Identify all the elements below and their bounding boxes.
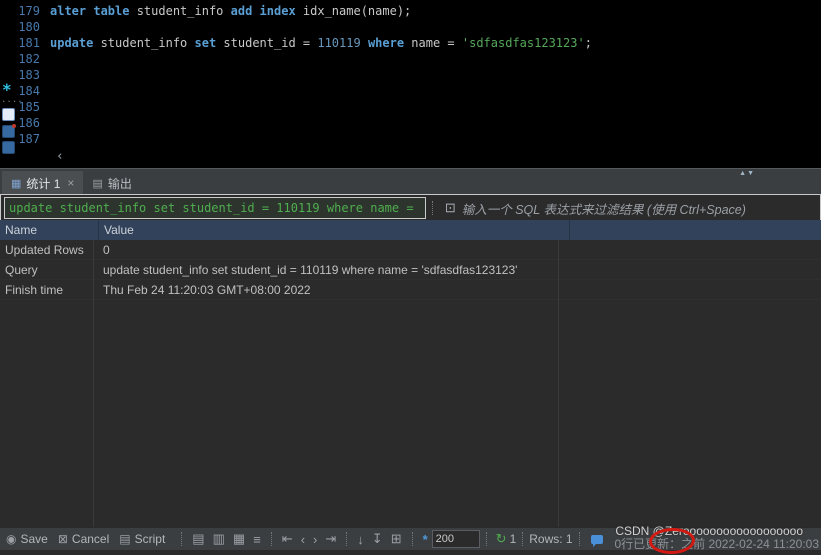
result-table-body: Updated Rows 0 Query update student_info se… [0,240,821,300]
tab-statistics-label: 统计 1 [26,176,61,191]
fetch-all-icon[interactable]: ↧ [372,531,383,547]
save-icon: ◉ [6,532,17,546]
code-line[interactable]: 180 [0,19,821,35]
refresh-icon[interactable]: ↻ [496,531,507,547]
splitter-arrows-icon[interactable]: ▲▼ [739,170,755,177]
prev-row-icon[interactable]: ‹ [301,532,305,547]
tab-output[interactable]: ▤ 输出 [83,171,140,195]
result-toolbar: ◉ Save ⊠ Cancel ▤ Script ▤ ▥ ▦ ≡ ⇤ ‹ › ⇥… [0,524,821,555]
cell-name: Query [5,262,38,277]
next-row-icon[interactable]: › [313,532,317,547]
code-line[interactable]: 182 [0,51,821,67]
close-icon[interactable]: × [67,176,74,190]
save-label: Save [20,532,48,546]
result-table: Name Value Updated Rows 0 Query update stud… [0,220,821,528]
column-divider[interactable] [93,240,94,528]
cancel-icon: ⊠ [57,532,68,546]
line-number: 181 [18,36,40,50]
code-line[interactable]: 185 [0,99,821,115]
column-header-name[interactable]: Name [0,220,99,240]
separator [181,532,183,546]
message-icon[interactable] [590,534,603,547]
tab-statistics[interactable]: ▦ 统计 1 × [2,171,84,195]
expand-filter-icon[interactable]: ⊡ [445,200,456,216]
cell-value: 0 [103,242,110,257]
column-divider[interactable] [558,240,559,528]
export-icon[interactable]: ⊞ [391,531,402,547]
column-header-value[interactable]: Value [99,220,570,240]
code-line[interactable]: 179 alter table student_info add index id… [0,3,821,19]
panel-meta-icon[interactable]: ≡ [253,532,261,547]
table-header-row: Name Value [0,220,821,240]
filter-value[interactable]: update student_info set student_id = 110… [4,197,426,219]
code-line[interactable]: 183 [0,67,821,83]
separator [346,532,348,546]
separator [578,532,580,546]
refresh-count: 1 [509,532,517,546]
line-number: 182 [18,52,40,66]
first-row-icon[interactable]: ⇤ [282,531,293,547]
cell-value: Thu Feb 24 11:20:03 GMT+08:00 2022 [103,282,311,297]
table-row[interactable]: Finish time Thu Feb 24 11:20:03 GMT+08:00… [0,280,821,300]
code-text: update student_info set student_id = 110… [50,36,592,50]
cell-name: Updated Rows [5,242,84,257]
table-row[interactable]: Query update student_info set student_id … [0,260,821,280]
scroll-left-icon[interactable]: ‹ [56,149,64,165]
output-icon: ▤ [92,177,103,190]
filter-hint: 输入一个 SQL 表达式来过滤结果 (使用 Ctrl+Space) [461,202,746,217]
code-line[interactable]: 187 [0,131,821,147]
cell-name: Finish time [5,282,64,297]
editor-code: 179 alter table student_info add index id… [0,3,821,147]
panel-calc-icon[interactable]: ▥ [213,531,225,547]
separator [411,532,413,546]
result-tabbar: ▦ 统计 1 × ▤ 输出 ▲▼ [0,168,821,195]
separator [485,532,487,546]
line-number: 179 [18,4,40,18]
script-button[interactable]: ▤ Script [119,532,165,546]
console-icon[interactable] [2,141,15,154]
separator [270,532,272,546]
fetch-size-icon: * [422,531,428,547]
cell-value: update student_info set student_id = 110… [103,262,518,277]
sql-file-icon[interactable] [2,108,15,121]
last-row-icon[interactable]: ⇥ [325,531,336,547]
fetch-next-icon[interactable]: ↓ [357,532,364,547]
table-row[interactable]: Updated Rows 0 [0,240,821,260]
script-icon: ▤ [119,532,131,546]
code-line[interactable]: 184 [0,83,821,99]
table-icon: ▦ [11,177,22,190]
separator [431,201,433,215]
fetch-size-input[interactable] [431,530,480,548]
more-dots-icon: .... [1,95,23,105]
result-filter-bar[interactable]: update student_info set student_id = 110… [0,194,821,222]
tab-output-label: 输出 [107,176,132,191]
save-button[interactable]: ◉ Save [6,532,48,546]
sql-editor[interactable]: 179 alter table student_info add index id… [0,0,821,171]
script-label: Script [134,532,166,546]
code-line[interactable]: 181 update student_info set student_id = … [0,35,821,51]
line-number: 180 [18,20,40,34]
status-message: 0行已更新：之前 2022-02-24 11:20:03 [614,537,819,551]
code-text: alter table student_info add index idx_n… [50,4,412,18]
panel-grid-icon[interactable]: ▦ [233,531,245,547]
rows-count-label: Rows: 1 [529,532,573,546]
cancel-button[interactable]: ⊠ Cancel [58,532,109,546]
bookmark-icon[interactable] [2,124,16,138]
cancel-label: Cancel [71,532,110,546]
separator [522,532,524,546]
code-line[interactable]: 186 [0,115,821,131]
panel-filter-icon[interactable]: ▤ [192,531,204,547]
